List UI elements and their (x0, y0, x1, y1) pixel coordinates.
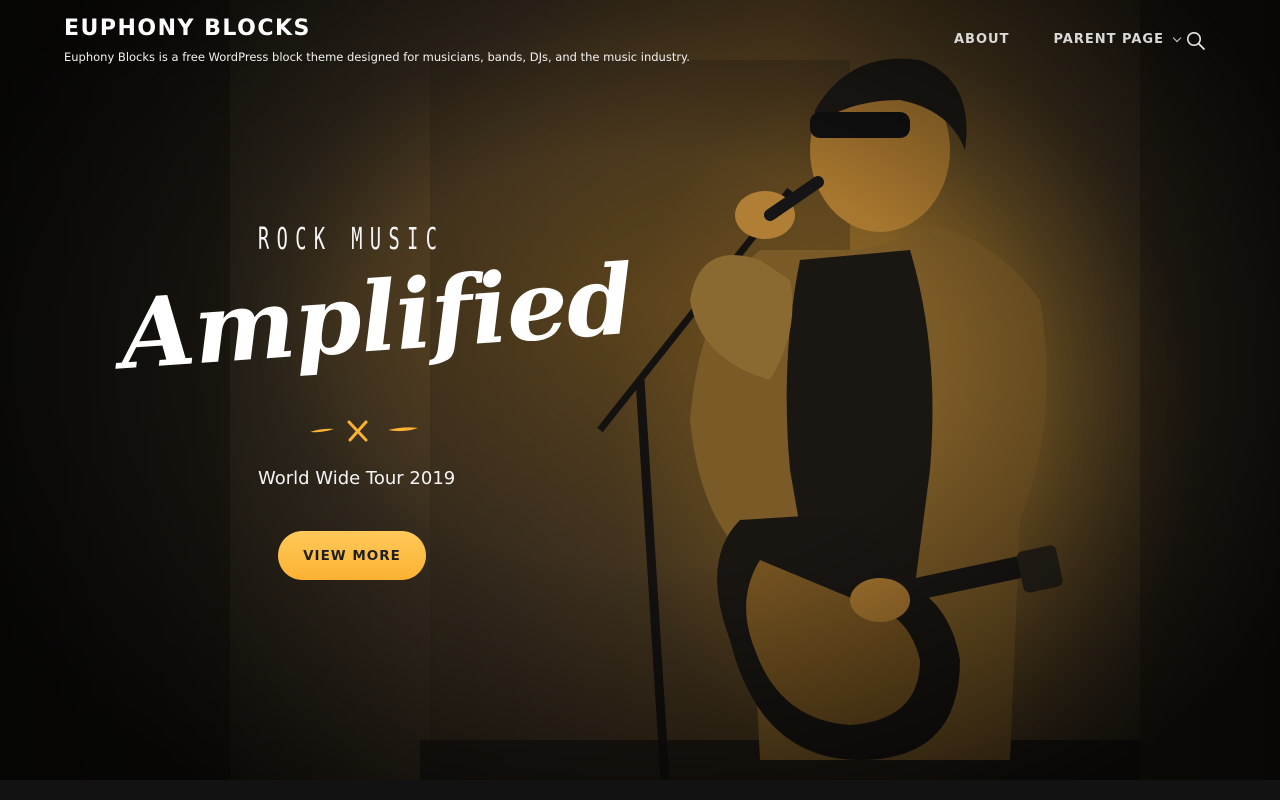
hero-kicker: ROCK MUSIC (258, 222, 445, 257)
view-more-button[interactable]: VIEW MORE (278, 531, 426, 580)
chevron-down-icon[interactable] (1172, 33, 1182, 43)
hero-vignette (0, 0, 1280, 780)
search-icon[interactable] (1186, 31, 1206, 51)
hero-subtitle: World Wide Tour 2019 (258, 468, 456, 489)
crossed-drumsticks-icon (306, 418, 422, 448)
hero-background (0, 0, 1280, 780)
nav-item-parent-page[interactable]: PARENT PAGE (1053, 32, 1182, 47)
nav-item-about[interactable]: ABOUT (954, 32, 1009, 47)
primary-navigation: ABOUT PARENT PAGE (954, 32, 1182, 47)
nav-item-parent-page-label: PARENT PAGE (1053, 32, 1164, 47)
site-title[interactable]: EUPHONY BLOCKS (64, 16, 311, 41)
search-icon-graphic (1187, 32, 1205, 50)
site-tagline: Euphony Blocks is a free WordPress block… (64, 50, 690, 64)
page-bottom-strip (0, 780, 1280, 800)
